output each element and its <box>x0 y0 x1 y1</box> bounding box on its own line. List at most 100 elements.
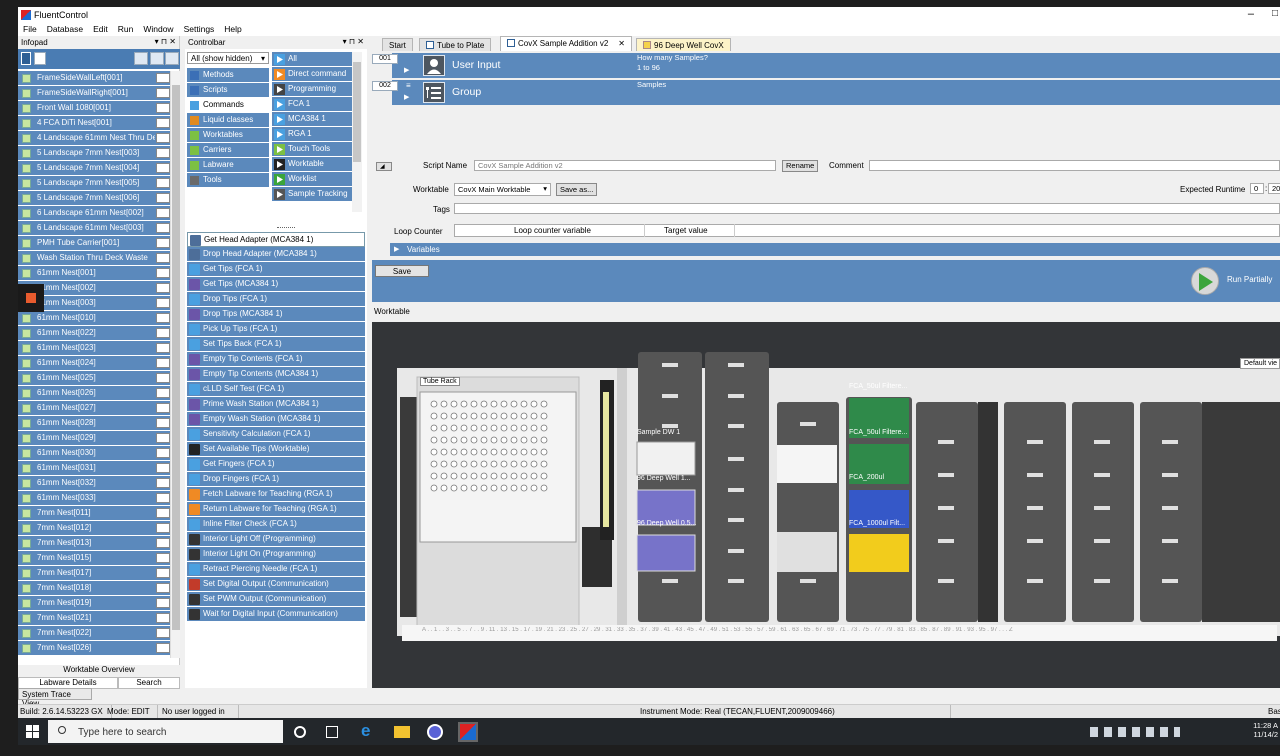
category-labware[interactable]: Labware <box>187 158 269 173</box>
command-item[interactable]: Set Available Tips (Worktable) <box>187 442 365 457</box>
list-item[interactable]: Wash Station Thru Deck Waste <box>18 251 170 266</box>
item-detail-icon[interactable] <box>156 328 170 338</box>
list-item[interactable]: 7mm Nest[013] <box>18 536 170 551</box>
task-view-icon[interactable] <box>326 726 338 738</box>
item-detail-icon[interactable] <box>156 148 170 158</box>
item-detail-icon[interactable] <box>156 253 170 263</box>
item-detail-icon[interactable] <box>156 403 170 413</box>
save-button[interactable]: Save <box>375 265 429 277</box>
list-item[interactable]: 61mm Nest[027] <box>18 401 170 416</box>
list-item[interactable]: 61mm Nest[031] <box>18 461 170 476</box>
drag-handle-icon[interactable]: ≡ <box>406 81 411 90</box>
splitter-handle-icon[interactable] <box>277 227 295 230</box>
worktable-overview-tab[interactable]: Worktable Overview <box>18 665 180 677</box>
worktable-select[interactable]: CovX Main Worktable ▾ <box>454 183 551 196</box>
list-item[interactable]: 7mm Nest[026] <box>18 641 170 656</box>
command-item[interactable]: Empty Tip Contents (MCA384 1) <box>187 367 365 382</box>
menu-settings[interactable]: Settings <box>179 23 220 34</box>
list-item[interactable]: PMH Tube Carrier[001] <box>18 236 170 251</box>
list-item[interactable]: 7mm Nest[019] <box>18 596 170 611</box>
deep-well-plate-2[interactable] <box>636 534 696 572</box>
scrollbar-thumb[interactable] <box>353 62 361 162</box>
scrollbar-thumb[interactable] <box>172 85 180 630</box>
item-detail-icon[interactable] <box>156 283 170 293</box>
item-detail-icon[interactable] <box>156 448 170 458</box>
item-detail-icon[interactable] <box>156 193 170 203</box>
app-icon[interactable] <box>427 724 443 740</box>
list-item[interactable]: 61mm Nest[026] <box>18 386 170 401</box>
runtime-minutes[interactable]: 20 <box>1268 183 1280 194</box>
item-detail-icon[interactable] <box>156 223 170 233</box>
list-item[interactable]: 61mm Nest[025] <box>18 371 170 386</box>
grey-labware[interactable] <box>777 532 837 572</box>
subcategory-item[interactable]: FCA 1 <box>272 97 352 112</box>
panel-controls-icon[interactable]: ▾ ⊓ ✕ <box>155 37 176 46</box>
item-detail-icon[interactable] <box>156 238 170 248</box>
category-methods[interactable]: Methods <box>187 68 269 83</box>
command-item[interactable]: Empty Wash Station (MCA384 1) <box>187 412 365 427</box>
category-commands[interactable]: Commands <box>187 98 269 113</box>
item-detail-icon[interactable] <box>156 343 170 353</box>
minimize-button[interactable]: – <box>1248 8 1254 20</box>
category-worktables[interactable]: Worktables <box>187 128 269 143</box>
item-detail-icon[interactable] <box>156 628 170 638</box>
list-item[interactable]: 7mm Nest[022] <box>18 626 170 641</box>
taskbar-clock[interactable]: 11:28 A 11/14/2 <box>1253 721 1278 739</box>
menu-run[interactable]: Run <box>113 23 139 34</box>
item-detail-icon[interactable] <box>156 103 170 113</box>
run-partially-button[interactable]: Run Partially <box>1190 267 1280 297</box>
item-detail-icon[interactable] <box>156 598 170 608</box>
filter-view-icon[interactable] <box>165 52 179 65</box>
infopad-scrollbar[interactable] <box>170 71 180 658</box>
item-detail-icon[interactable] <box>156 508 170 518</box>
script-name-input[interactable]: CovX Sample Addition v2 <box>474 160 776 171</box>
barcode-icon[interactable] <box>34 52 46 65</box>
command-item[interactable]: Set PWM Output (Communication) <box>187 592 365 607</box>
item-detail-icon[interactable] <box>156 73 170 83</box>
item-detail-icon[interactable] <box>156 88 170 98</box>
close-tab-icon[interactable]: ✕ <box>618 39 625 48</box>
category-tools[interactable]: Tools <box>187 173 269 188</box>
step-user-input[interactable]: 001 ▶ User Input How many Samples? 1 to … <box>372 53 1280 78</box>
menu-edit[interactable]: Edit <box>88 23 113 34</box>
list-item[interactable]: 7mm Nest[017] <box>18 566 170 581</box>
item-detail-icon[interactable] <box>156 388 170 398</box>
list-item[interactable]: 4 Landscape 61mm Nest Thru Deck <box>18 131 170 146</box>
list-item[interactable]: 7mm Nest[015] <box>18 551 170 566</box>
maximize-button[interactable]: □ <box>1272 8 1278 19</box>
command-item[interactable]: Drop Tips (FCA 1) <box>187 292 365 307</box>
list-item[interactable]: 61mm Nest[010] <box>18 311 170 326</box>
save-as-button[interactable]: Save as... <box>556 183 598 196</box>
rename-button[interactable]: Rename <box>782 160 819 172</box>
command-item[interactable]: cLLD Self Test (FCA 1) <box>187 382 365 397</box>
list-item[interactable]: FrameSideWallRight[001] <box>18 86 170 101</box>
item-detail-icon[interactable] <box>156 178 170 188</box>
command-item[interactable]: Return Labware for Teaching (RGA 1) <box>187 502 365 517</box>
list-item[interactable]: 7mm Nest[021] <box>18 611 170 626</box>
list-item[interactable]: 7mm Nest[018] <box>18 581 170 596</box>
command-item[interactable]: Prime Wash Station (MCA384 1) <box>187 397 365 412</box>
item-detail-icon[interactable] <box>156 313 170 323</box>
list-item[interactable]: 5 Landscape 7mm Nest[006] <box>18 191 170 206</box>
tab-tube-to-plate[interactable]: Tube to Plate <box>419 38 492 51</box>
list-item[interactable]: 61mm Nest[032] <box>18 476 170 491</box>
command-item[interactable]: Interior Light Off (Programming) <box>187 532 365 547</box>
record-stop-button[interactable] <box>18 284 44 312</box>
menu-window[interactable]: Window <box>138 23 178 34</box>
collapse-arrow-icon[interactable]: ◢ <box>376 162 392 171</box>
item-detail-icon[interactable] <box>156 643 170 653</box>
command-item[interactable]: Drop Fingers (FCA 1) <box>187 472 365 487</box>
list-item[interactable]: 6 Landscape 61mm Nest[003] <box>18 221 170 236</box>
list-item[interactable]: 61mm Nest[030] <box>18 446 170 461</box>
subcategory-item[interactable]: Touch Tools <box>272 142 352 157</box>
command-item[interactable]: Interior Light On (Programming) <box>187 547 365 562</box>
subcategory-item[interactable]: Worklist <box>272 172 352 187</box>
list-item[interactable]: 7mm Nest[012] <box>18 521 170 536</box>
category-liquid-classes[interactable]: Liquid classes <box>187 113 269 128</box>
command-item[interactable]: Pick Up Tips (FCA 1) <box>187 322 365 337</box>
item-detail-icon[interactable] <box>156 268 170 278</box>
tab-96-deep-well[interactable]: 96 Deep Well CovX <box>636 38 731 51</box>
item-detail-icon[interactable] <box>156 553 170 563</box>
item-detail-icon[interactable] <box>156 298 170 308</box>
panel-controls-icon[interactable]: ▾ ⊓ ✕ <box>343 37 364 46</box>
